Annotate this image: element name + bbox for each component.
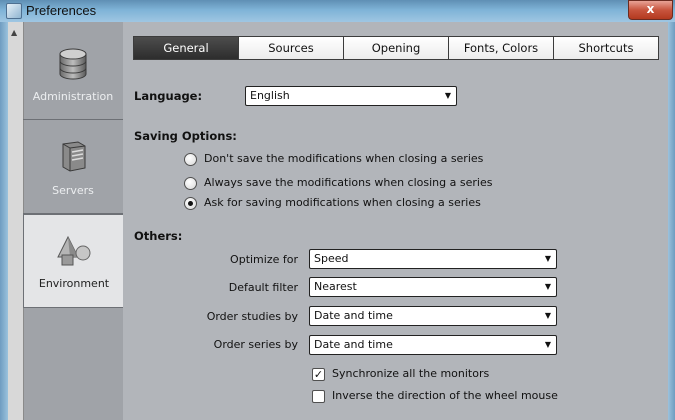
sidebar-scrollbar[interactable]: ▲ [8,22,24,420]
default-filter-value: Nearest [314,280,357,293]
order-studies-label: Order studies by [206,310,298,323]
database-icon [59,48,87,80]
dropdown-arrow-icon: ▼ [444,91,451,100]
checkbox-label: Inverse the direction of the wheel mouse [332,389,558,402]
sidebar-item-environment[interactable]: Environment [23,214,123,308]
sidebar: ▲ Administration Servers Environment [8,22,123,420]
close-button[interactable]: x [628,0,673,20]
order-studies-value: Date and time [314,309,393,322]
title-bar: Preferences x [0,0,675,22]
shapes-icon [57,235,91,266]
dropdown-arrow-icon: ▼ [544,282,551,291]
order-series-select[interactable]: Date and time ▼ [309,335,557,355]
optimize-for-label: Optimize for [230,253,298,266]
radio-button[interactable] [184,153,197,166]
radio-label: Ask for saving modifications when closin… [204,196,481,209]
tab-shortcuts[interactable]: Shortcuts [554,37,658,59]
saving-options-heading: Saving Options: [134,129,237,143]
tab-bar: General Sources Opening Fonts, Colors Sh… [133,36,659,60]
dropdown-arrow-icon: ▼ [544,311,551,320]
tab-sources[interactable]: Sources [239,37,344,59]
order-studies-select[interactable]: Date and time ▼ [309,306,557,326]
preferences-panel: General Sources Opening Fonts, Colors Sh… [123,22,668,420]
checkbox-checked[interactable]: ✓ [312,368,325,381]
radio-button-selected[interactable] [184,197,197,210]
order-series-label: Order series by [213,338,298,351]
language-value: English [250,89,290,102]
scroll-up-arrow-icon[interactable]: ▲ [11,28,17,37]
radio-label: Don't save the modifications when closin… [204,152,484,165]
dropdown-arrow-icon: ▼ [544,254,551,263]
optimize-for-select[interactable]: Speed ▼ [309,249,557,269]
language-select[interactable]: English ▼ [245,86,457,106]
radio-button[interactable] [184,177,197,190]
tab-fonts-colors[interactable]: Fonts, Colors [449,37,554,59]
window-title: Preferences [26,3,97,18]
default-filter-select[interactable]: Nearest ▼ [309,277,557,297]
window-frame-left [0,22,8,420]
checkbox[interactable] [312,390,325,403]
tab-general[interactable]: General [134,37,239,59]
optimize-for-value: Speed [314,252,349,265]
others-heading: Others: [134,229,183,243]
sidebar-item-administration[interactable]: Administration [23,28,123,120]
sidebar-item-label: Servers [52,184,94,197]
checkbox-label: Synchronize all the monitors [332,367,490,380]
language-label: Language: [134,89,203,103]
sidebar-item-label: Administration [32,90,114,103]
radio-label: Always save the modifications when closi… [204,176,493,189]
tab-opening[interactable]: Opening [344,37,449,59]
app-icon [6,3,22,19]
default-filter-label: Default filter [228,281,298,294]
window-frame-right [668,22,675,420]
sidebar-item-servers[interactable]: Servers [23,120,123,214]
dropdown-arrow-icon: ▼ [544,340,551,349]
order-series-value: Date and time [314,338,393,351]
sidebar-item-label: Environment [38,277,110,290]
server-icon [62,141,86,172]
